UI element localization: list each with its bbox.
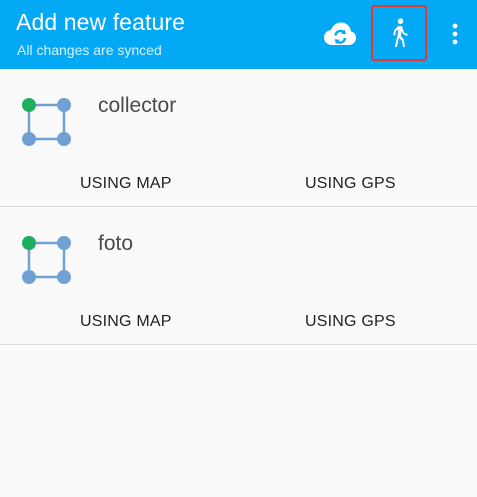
app-root: Add new feature All changes are synced c… — [0, 0, 477, 497]
more-options-button[interactable] — [441, 14, 469, 54]
list-item: collector USING MAP USING GPS — [0, 69, 477, 207]
app-bar: Add new feature All changes are synced — [0, 0, 477, 69]
list-item: foto USING MAP USING GPS — [0, 207, 477, 345]
walking-person-icon — [393, 18, 408, 47]
using-map-button[interactable]: USING MAP — [80, 313, 172, 331]
page-title: Add new feature — [16, 9, 186, 35]
polygon-layer-icon — [22, 98, 71, 146]
polygon-layer-icon — [22, 236, 71, 284]
using-map-button[interactable]: USING MAP — [80, 175, 172, 193]
more-vert-icon — [452, 23, 458, 45]
layer-name: collector — [98, 94, 177, 117]
cloud-sync-icon — [324, 22, 356, 45]
sync-button[interactable] — [318, 14, 362, 54]
layer-list: collector USING MAP USING GPS foto USING… — [0, 69, 477, 345]
track-button[interactable] — [371, 5, 427, 61]
sync-status: All changes are synced — [17, 42, 162, 58]
using-gps-button[interactable]: USING GPS — [305, 313, 396, 331]
using-gps-button[interactable]: USING GPS — [305, 175, 396, 193]
layer-name: foto — [98, 232, 134, 255]
